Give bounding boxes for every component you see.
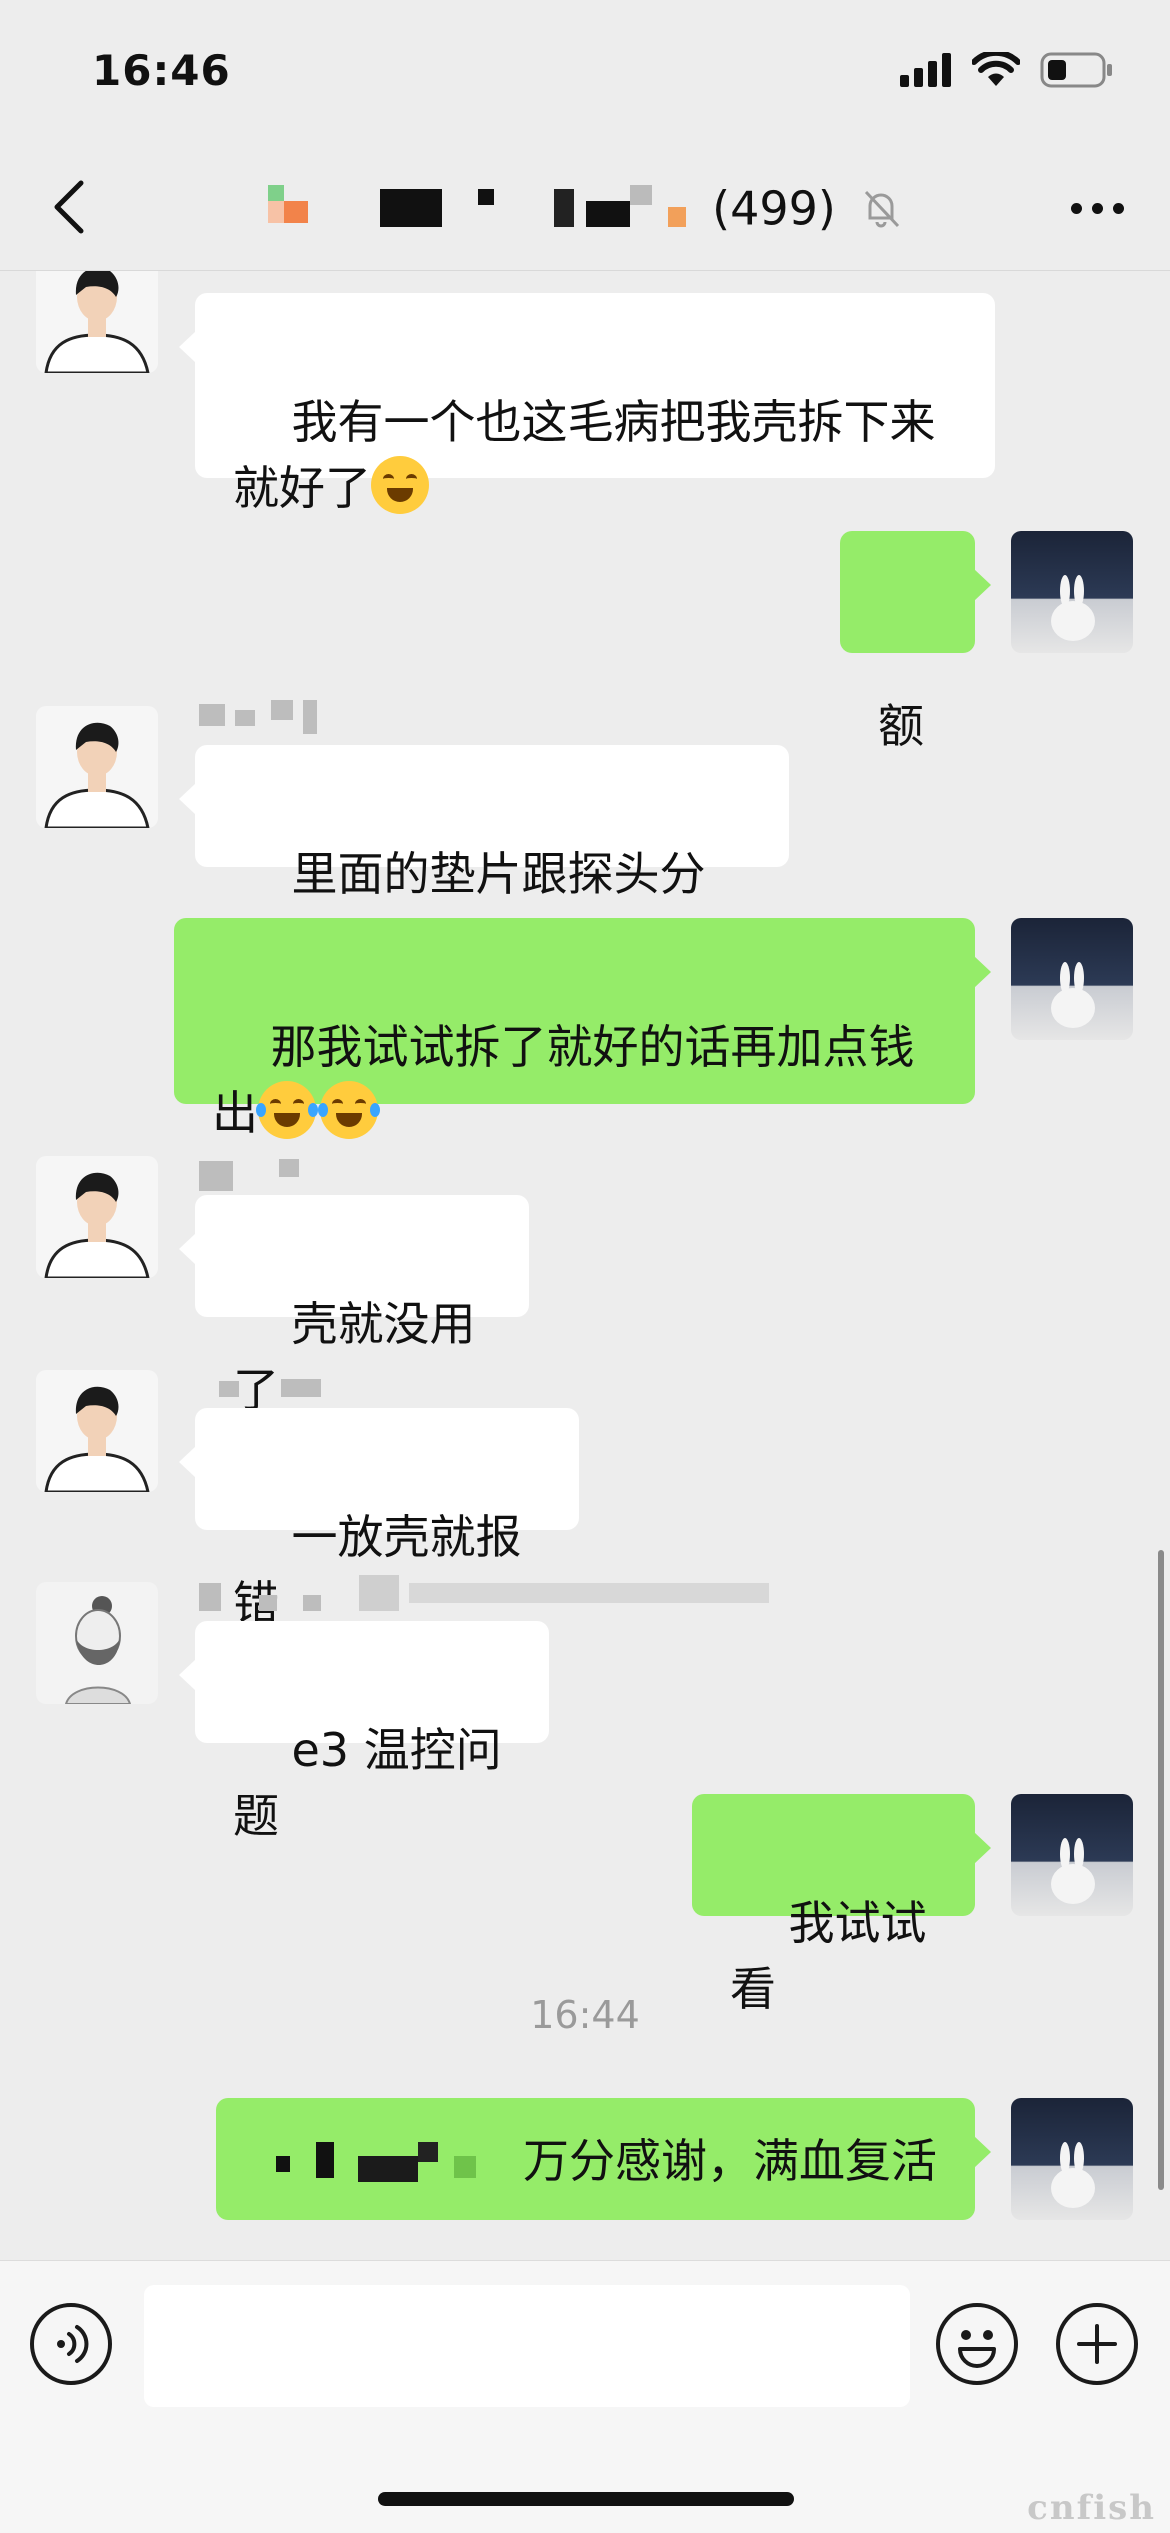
chat-message-list: 我有一个也这毛病把我壳拆下来 就好了 额 里面的垫片跟探头分开 那我试试拆了就好… (0, 271, 1170, 2260)
avatar[interactable] (36, 1156, 158, 1278)
message-text: 额 (878, 699, 924, 753)
status-icons (900, 52, 1114, 88)
message-text: e3 温控问题 (233, 1723, 502, 1843)
sender-name-redacted (199, 700, 319, 734)
voice-icon (57, 2325, 89, 2363)
person-avatar-icon (44, 1172, 150, 1278)
message-redacted (276, 2138, 476, 2182)
message-bubble[interactable]: 万分感谢，满血复活 (216, 2098, 991, 2220)
message-bubble[interactable]: 里面的垫片跟探头分开 (179, 745, 789, 967)
watermark: cnfish (1027, 2488, 1156, 2528)
message-timestamp: 16:44 (530, 1993, 640, 2037)
more-options-button[interactable] (1062, 180, 1132, 236)
message-text: 万分感谢，满血复活 (523, 2134, 937, 2188)
sender-name-redacted (199, 1157, 309, 1191)
bunny-avatar-icon (1051, 575, 1095, 641)
avatar[interactable] (1011, 1794, 1133, 1916)
voice-input-button[interactable] (30, 2303, 112, 2385)
message-bubble[interactable]: 那我试试拆了就好的话再加点钱 出 (174, 918, 991, 1140)
person-avatar-icon (44, 722, 150, 828)
person-avatar-icon (44, 1386, 150, 1492)
chat-scrollbar[interactable] (1158, 1550, 1164, 2190)
avatar[interactable] (36, 1370, 158, 1492)
more-functions-button[interactable] (1056, 2303, 1138, 2385)
home-indicator[interactable] (378, 2492, 794, 2506)
signal-icon (900, 53, 951, 87)
message-bubble[interactable]: 我有一个也这毛病把我壳拆下来 就好了 (179, 293, 995, 515)
message-text: 那我试试拆了就好的话再加点钱 出 (212, 1020, 915, 1140)
wifi-icon (972, 52, 1020, 86)
tears-of-joy-emoji-icon (318, 1081, 380, 1139)
status-time: 16:46 (92, 46, 231, 95)
bunny-avatar-icon (1051, 1838, 1095, 1904)
bearded-man-avatar-icon (64, 1596, 132, 1704)
bunny-avatar-icon (1051, 962, 1095, 1028)
battery-icon (1040, 52, 1112, 88)
bunny-avatar-icon (1051, 2142, 1095, 2208)
message-bubble[interactable]: 壳就没用了 (179, 1195, 529, 1417)
chat-title: (499) (0, 178, 1170, 236)
message-bubble[interactable]: e3 温控问题 (179, 1621, 549, 1843)
avatar[interactable] (36, 271, 158, 373)
mute-bell-icon (865, 190, 900, 227)
member-count: (499) (712, 181, 836, 236)
message-text: 我有一个也这毛病把我壳拆下来 就好了 (233, 395, 936, 515)
plus-icon (1077, 2324, 1117, 2364)
message-bubble[interactable]: 额 (840, 531, 991, 753)
title-redacted (267, 183, 698, 235)
avatar[interactable] (36, 1582, 158, 1704)
smiley-icon (958, 2330, 996, 2368)
avatar[interactable] (1011, 531, 1133, 653)
message-text: 一放壳就报错 (233, 1510, 522, 1630)
message-bubble[interactable]: 一放壳就报错 (179, 1408, 579, 1630)
tears-of-joy-emoji-icon (256, 1081, 318, 1139)
avatar[interactable] (1011, 2098, 1133, 2220)
avatar[interactable] (1011, 918, 1133, 1040)
emoji-button[interactable] (936, 2303, 1018, 2385)
sender-name-redacted (199, 1575, 789, 1611)
person-avatar-icon (44, 271, 150, 373)
sender-name-redacted (199, 1377, 329, 1411)
message-input[interactable] (144, 2285, 910, 2407)
avatar[interactable] (36, 706, 158, 828)
laughing-emoji-icon (371, 456, 429, 514)
message-bubble[interactable]: 我试试看 (692, 1794, 991, 2016)
navigation-bar: (499) (0, 150, 1170, 271)
